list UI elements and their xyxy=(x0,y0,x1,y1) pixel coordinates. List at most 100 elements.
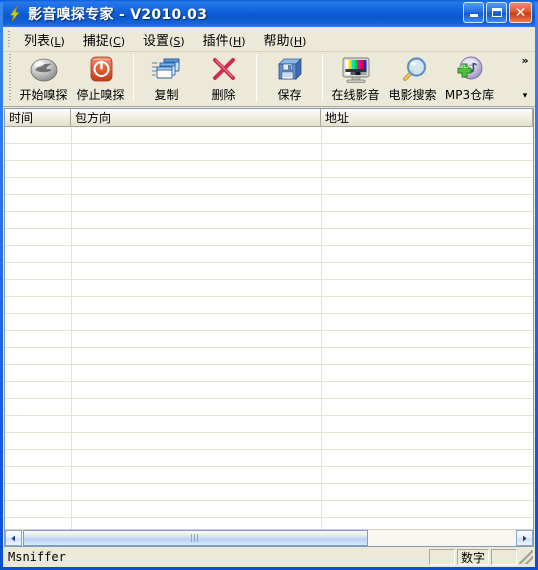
status-message: Msniffer xyxy=(8,550,66,564)
sniff-start-disc-icon xyxy=(28,55,60,85)
toolbar-button-stop-sniff[interactable]: 停止嗅探 xyxy=(72,52,129,104)
movie-search-magnifier-icon xyxy=(397,55,429,85)
save-floppy-icon xyxy=(274,55,306,85)
toolbar-button-save[interactable]: 保存 xyxy=(261,52,318,104)
minimize-icon xyxy=(469,14,478,17)
resize-grip-icon[interactable] xyxy=(519,550,533,564)
chevron-double-right-icon: » xyxy=(521,54,529,67)
toolbar-button-copy[interactable]: 复制 xyxy=(138,52,195,104)
table-row[interactable] xyxy=(5,297,533,314)
chevron-down-icon: ▾ xyxy=(522,90,528,100)
table-row[interactable] xyxy=(5,416,533,433)
scroll-right-button[interactable] xyxy=(516,530,533,546)
menu-accesskey: L xyxy=(54,34,61,48)
table-row[interactable] xyxy=(5,161,533,178)
toolbar-separator xyxy=(133,54,134,102)
table-row[interactable] xyxy=(5,467,533,484)
minimize-button[interactable] xyxy=(463,2,484,23)
mp3-disc-plus-icon xyxy=(454,55,486,85)
toolbar-button-mp3-library[interactable]: MP3仓库 xyxy=(441,52,498,104)
column-header-direction[interactable]: 包方向 xyxy=(71,109,321,127)
scrollbar-track[interactable] xyxy=(22,530,516,546)
window-controls: ✕ xyxy=(463,2,532,23)
table-row[interactable] xyxy=(5,178,533,195)
thumb-grip-icon xyxy=(191,534,200,542)
list-header-row: 时间 包方向 地址 xyxy=(5,109,533,127)
column-header-address[interactable]: 地址 xyxy=(321,109,533,127)
menu-accesskey: H xyxy=(232,34,242,48)
table-row[interactable] xyxy=(5,484,533,501)
menu-label: 捕捉 xyxy=(82,33,109,49)
menu-label: 列表 xyxy=(24,33,51,49)
toolbar-overflow-button[interactable]: » ▾ xyxy=(517,52,533,104)
table-row[interactable] xyxy=(5,127,533,144)
table-row[interactable] xyxy=(5,280,533,297)
toolbar-button-movie-search[interactable]: 电影搜索 xyxy=(384,52,441,104)
toolbar-label: MP3仓库 xyxy=(444,88,495,102)
table-row[interactable] xyxy=(5,348,533,365)
menu-bar: 列表(L) 捕捉(C) 设置(S) 插件(H) 帮助(H) xyxy=(3,27,535,52)
toolbar-drag-grip[interactable] xyxy=(7,52,13,102)
toolbar-button-online-media[interactable]: 在线影音 xyxy=(327,52,384,104)
table-row[interactable] xyxy=(5,399,533,416)
toolbar-label: 保存 xyxy=(277,88,302,102)
table-row[interactable] xyxy=(5,382,533,399)
client-area: 列表(L) 捕捉(C) 设置(S) 插件(H) 帮助(H) 开始嗅探 停止嗅探 … xyxy=(3,27,535,567)
table-row[interactable] xyxy=(5,144,533,161)
toolbar-separator xyxy=(256,54,257,102)
menu-label: 设置 xyxy=(143,33,170,49)
table-row[interactable] xyxy=(5,314,533,331)
menu-accesskey: C xyxy=(113,34,121,48)
close-icon: ✕ xyxy=(514,4,527,21)
table-row[interactable] xyxy=(5,229,533,246)
table-row[interactable] xyxy=(5,263,533,280)
title-bar[interactable]: 影音嗅探专家 - V2010.03 ✕ xyxy=(3,0,535,27)
toolbar-label: 电影搜索 xyxy=(388,88,437,102)
menu-label: 帮助 xyxy=(263,33,290,49)
window-title: 影音嗅探专家 - V2010.03 xyxy=(28,6,208,23)
menu-item-settings[interactable]: 设置(S) xyxy=(134,28,194,51)
column-header-time[interactable]: 时间 xyxy=(5,109,71,127)
table-row[interactable] xyxy=(5,365,533,382)
toolbar-label: 删除 xyxy=(211,88,236,102)
menu-item-list[interactable]: 列表(L) xyxy=(15,28,74,51)
toolbar-button-start-sniff[interactable]: 开始嗅探 xyxy=(15,52,72,104)
table-row[interactable] xyxy=(5,501,533,518)
toolbar-button-delete[interactable]: 删除 xyxy=(195,52,252,104)
menu-accesskey: S xyxy=(173,34,181,48)
menu-label: 插件 xyxy=(202,33,229,49)
application-window: 影音嗅探专家 - V2010.03 ✕ 列表(L) 捕捉(C) 设置(S) 插件… xyxy=(0,0,538,570)
status-bar: Msniffer 数字 xyxy=(3,547,535,567)
maximize-icon xyxy=(491,8,502,17)
menu-item-help[interactable]: 帮助(H) xyxy=(255,28,316,51)
packet-list-view[interactable]: 时间 包方向 地址 xyxy=(4,108,534,547)
status-panel-1 xyxy=(429,549,455,565)
menu-item-capture[interactable]: 捕捉(C) xyxy=(74,28,134,51)
toolbar-label: 在线影音 xyxy=(331,88,380,102)
table-row[interactable] xyxy=(5,331,533,348)
toolbar-label: 复制 xyxy=(154,88,179,102)
maximize-button[interactable] xyxy=(486,2,507,23)
scroll-left-button[interactable] xyxy=(5,530,22,546)
stop-power-icon xyxy=(85,55,117,85)
table-row[interactable] xyxy=(5,433,533,450)
toolbar-label: 停止嗅探 xyxy=(76,88,125,102)
status-panel-numlock: 数字 xyxy=(457,549,489,565)
table-row[interactable] xyxy=(5,246,533,263)
status-panel-3 xyxy=(491,549,517,565)
toolbar-label: 开始嗅探 xyxy=(19,88,68,102)
toolbar: 开始嗅探 停止嗅探 复制 删除 保存 在线影音 电影搜索 MP3仓库 » ▾ xyxy=(3,52,535,107)
close-button[interactable]: ✕ xyxy=(509,2,532,23)
table-row[interactable] xyxy=(5,450,533,467)
table-row[interactable] xyxy=(5,195,533,212)
list-rows-container[interactable] xyxy=(5,127,533,529)
delete-x-icon xyxy=(208,55,240,85)
copy-windows-icon xyxy=(151,55,183,85)
lightning-bolt-icon xyxy=(7,6,23,22)
menu-accesskey: H xyxy=(293,34,303,48)
scrollbar-thumb[interactable] xyxy=(23,530,368,546)
menu-item-plugins[interactable]: 插件(H) xyxy=(194,28,255,51)
horizontal-scrollbar[interactable] xyxy=(5,529,533,546)
menu-drag-grip[interactable] xyxy=(7,30,11,48)
table-row[interactable] xyxy=(5,212,533,229)
